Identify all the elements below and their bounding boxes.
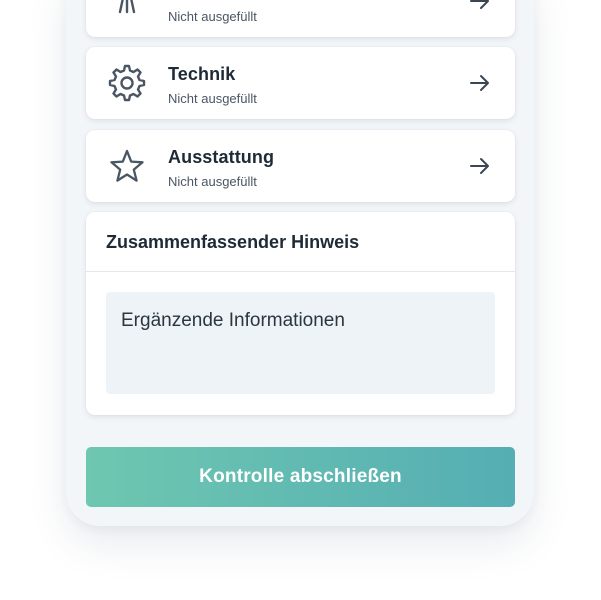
seat-icon — [108, 0, 146, 20]
divider — [86, 271, 515, 272]
arrow-right-icon[interactable] — [469, 155, 491, 177]
section-status: Nicht ausgefüllt — [168, 9, 257, 24]
gear-icon — [108, 64, 146, 102]
arrow-right-icon[interactable] — [469, 0, 491, 12]
section-status: Nicht ausgefüllt — [168, 91, 257, 106]
star-icon — [108, 147, 146, 185]
section-title: Ausstattung — [168, 147, 275, 167]
summary-note-title: Zusammenfassender Hinweis — [106, 232, 360, 252]
section-row-interior[interactable]: Nicht ausgefüllt — [86, 0, 515, 37]
section-title: Technik — [168, 64, 236, 84]
finish-inspection-button[interactable]: Kontrolle abschließen — [86, 447, 515, 507]
additional-info-textarea[interactable]: Ergänzende Informationen — [106, 292, 495, 394]
arrow-right-icon[interactable] — [469, 72, 491, 94]
summary-note-card: Zusammenfassender Hinweis Ergänzende Inf… — [86, 212, 515, 415]
section-status: Nicht ausgefüllt — [168, 174, 257, 189]
section-row-ausstattung[interactable]: Ausstattung Nicht ausgefüllt — [86, 130, 515, 202]
section-row-technik[interactable]: Technik Nicht ausgefüllt — [86, 47, 515, 119]
